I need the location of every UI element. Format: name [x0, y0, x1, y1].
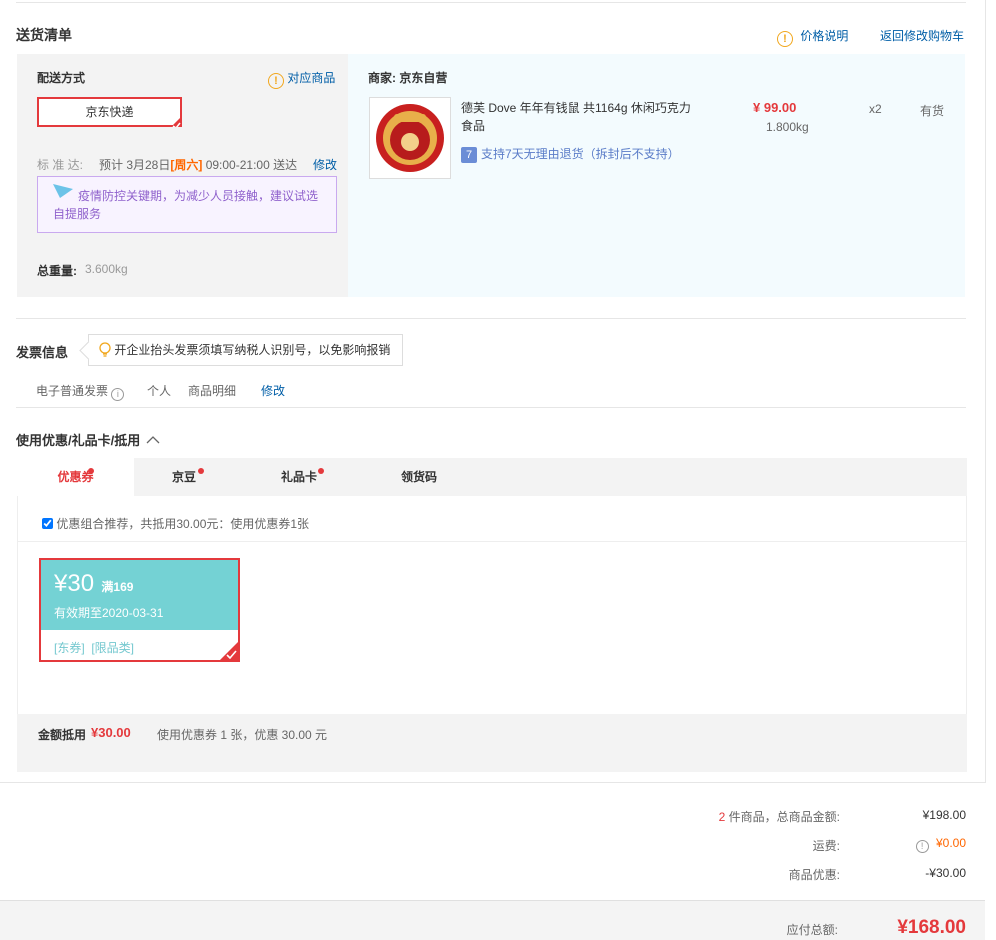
discount-section-toggle[interactable]: 使用优惠/礼品卡/抵用 — [16, 430, 160, 449]
sum-label: 金额抵用 — [38, 728, 87, 742]
combo-checkbox[interactable] — [42, 518, 53, 529]
tab-gift-card[interactable]: 礼品卡 — [249, 458, 349, 496]
delivery-time: 09:00-21:00 送达 — [205, 158, 298, 172]
tab-jd-beans[interactable]: 京豆 — [134, 458, 234, 496]
coupon-tags: [东券] [限品类] — [54, 641, 135, 655]
goods-count-text: 件商品，总商品金额: — [728, 810, 840, 824]
tab-pickup-code[interactable]: 领货码 — [369, 458, 469, 496]
freight-amount: ¥0.00 — [935, 836, 966, 850]
corresponding-goods-label: 对应商品 — [287, 71, 336, 85]
back-to-cart-link[interactable]: 返回修改购物车 — [880, 27, 964, 44]
tab-coupons[interactable]: 优惠券 — [17, 458, 134, 496]
delivery-date: 预计 3月28日 — [99, 158, 171, 172]
coupon-expiry: 有效期至2020-03-31 — [54, 606, 164, 620]
invoice-title-type: 个人 — [147, 384, 172, 398]
return-policy-text: 支持7天无理由退货（拆封后不支持） — [481, 147, 680, 161]
new-dot — [318, 468, 324, 474]
coupon-header: ¥30 满169 有效期至2020-03-31 — [41, 560, 238, 630]
new-dot — [198, 468, 204, 474]
warning-icon: ! — [268, 73, 284, 89]
goods-count: 2 — [718, 810, 726, 824]
discount-value: -¥30.00 — [925, 866, 966, 880]
freight-label: 运费: — [812, 839, 840, 853]
goods-total: ¥198.00 — [922, 808, 966, 822]
product-quantity: x2 — [869, 102, 882, 116]
divider — [18, 541, 966, 542]
sum-value: ¥30.00 — [91, 725, 131, 740]
product-weight: 1.800kg — [766, 120, 809, 134]
lightbulb-icon — [99, 342, 111, 357]
goods-count-label: 2 件商品，总商品金额: — [600, 808, 840, 825]
product-stock: 有货 — [920, 104, 945, 118]
price-note-label: 价格说明 — [800, 29, 849, 43]
invoice-modify-link[interactable]: 修改 — [261, 382, 285, 399]
invoice-title: 发票信息 — [16, 345, 69, 360]
top-divider — [16, 2, 966, 3]
payable-label: 应付总额: — [786, 923, 838, 937]
delivery-weekday: [周六] — [170, 158, 203, 172]
discount-title: 使用优惠/礼品卡/抵用 — [16, 433, 141, 448]
invoice-tip-text: 开企业抬头发票须填写纳税人识别号，以免影响报销 — [114, 343, 391, 357]
express-option-jd[interactable]: 京东快递 — [37, 97, 182, 127]
divider — [0, 782, 986, 783]
invoice-type-label: 电子普通发票 — [36, 384, 109, 398]
right-border — [985, 0, 986, 782]
invoice-tip: 开企业抬头发票须填写纳税人识别号，以免影响报销 — [88, 334, 403, 366]
discount-label: 商品优惠: — [788, 868, 840, 882]
total-weight-label: 总重量: — [37, 264, 77, 278]
tab-label: 京豆 — [171, 470, 196, 484]
warning-icon: ! — [777, 31, 793, 47]
check-icon — [226, 650, 237, 659]
discount-summary — [17, 714, 967, 772]
total-weight-value: 3.600kg — [85, 262, 128, 276]
standard-delivery-label: 标 准 达: — [37, 158, 84, 172]
divider — [16, 407, 966, 408]
coupon-amount: ¥30 — [54, 570, 95, 597]
seller-label: 商家: — [368, 71, 396, 85]
combo-recommend: 优惠组合推荐，共抵用30.00元：使用优惠券1张 — [42, 515, 309, 532]
seller-info: 商家: 京东自营 — [368, 69, 447, 86]
coupon-condition: 满169 — [101, 580, 134, 594]
tab-label: 领货码 — [400, 470, 437, 484]
shipping-title: 送货清单 — [16, 27, 72, 43]
tab-label: 礼品卡 — [280, 470, 317, 484]
return-7day-icon: 7 — [461, 146, 477, 163]
return-policy: 7 支持7天无理由退货（拆封后不支持） — [461, 145, 680, 163]
freight-info-icon[interactable]: ! — [915, 840, 929, 853]
selected-check-icon — [168, 113, 182, 127]
coupon-card[interactable]: ¥30 满169 有效期至2020-03-31 [东券] [限品类] — [39, 558, 240, 662]
product-image[interactable] — [369, 97, 451, 179]
epidemic-notice-text: 疫情防控关键期，为减少人员接触，建议试选自提服务 — [53, 189, 319, 221]
freight-value: ! ¥0.00 — [866, 836, 966, 853]
info-icon[interactable]: i — [111, 388, 125, 401]
price-note-link[interactable]: ! 价格说明 — [777, 27, 848, 47]
delivery-estimate: 预计 3月28日[周六] 09:00-21:00 送达 — [99, 156, 297, 173]
payable-amount: ¥168.00 — [897, 917, 966, 938]
shipping-method-label: 配送方式 — [37, 71, 86, 85]
invoice-content: 商品明细 — [188, 384, 237, 398]
seller-name: 京东自营 — [399, 71, 448, 85]
discount-tabs: 优惠券 京豆 礼品卡 领货码 — [17, 458, 967, 496]
new-dot — [88, 468, 94, 474]
sum-detail: 使用优惠券 1 张，优惠 30.00 元 — [157, 728, 328, 742]
corresponding-goods-link[interactable]: ! 对应商品 — [268, 69, 335, 89]
combo-text: 优惠组合推荐，共抵用30.00元：使用优惠券1张 — [56, 517, 310, 531]
divider — [16, 318, 966, 319]
epidemic-notice: 疫情防控关键期，为减少人员接触，建议试选自提服务 — [37, 176, 337, 233]
invoice-type: 电子普通发票 i — [36, 382, 125, 401]
product-price: ¥ 99.00 — [753, 100, 797, 115]
delivery-modify-link[interactable]: 修改 — [313, 156, 337, 173]
express-option-label: 京东快递 — [85, 105, 134, 119]
product-name-link[interactable]: 德芙 Dove 年年有钱鼠 共1164g 休闲巧克力食品 — [461, 99, 701, 135]
chocolate-tin-image — [376, 104, 444, 172]
chevron-up-icon — [146, 436, 160, 444]
paper-plane-icon — [53, 184, 73, 198]
